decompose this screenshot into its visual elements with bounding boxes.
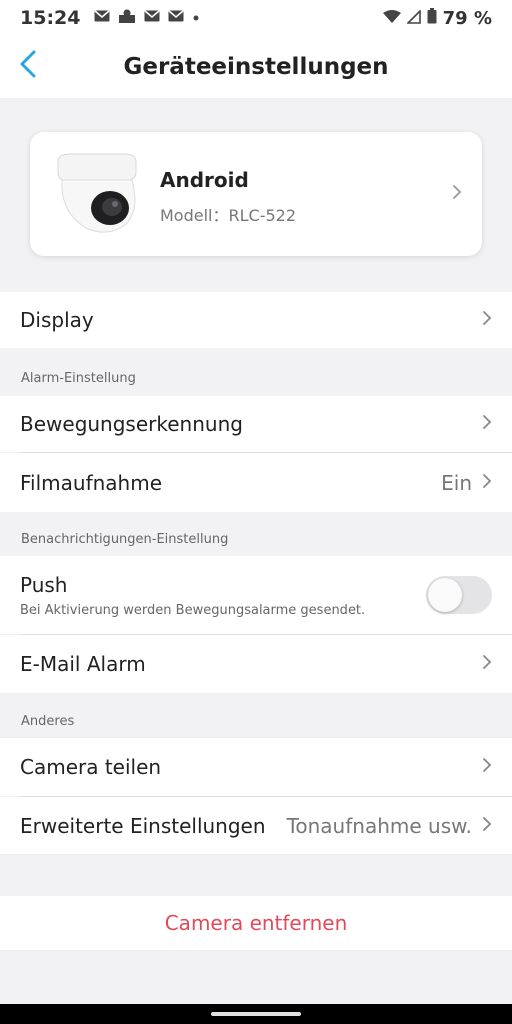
share-camera-row[interactable]: Camera teilen	[0, 738, 512, 796]
battery-percent: 79 %	[442, 7, 492, 29]
advanced-settings-row[interactable]: Erweiterte Einstellungen Tonaufnahme usw…	[0, 797, 512, 854]
share-camera-label: Camera teilen	[20, 755, 162, 779]
remove-camera-label: Camera entfernen	[164, 911, 348, 935]
notification-icon	[118, 9, 136, 27]
motion-detection-row[interactable]: Bewegungserkennung	[0, 396, 512, 452]
app-bar: Geräteeinstellungen	[0, 36, 512, 98]
email-alarm-label: E-Mail Alarm	[20, 652, 146, 676]
advanced-settings-label: Erweiterte Einstellungen	[20, 813, 266, 838]
recording-value: Ein	[441, 470, 472, 495]
chevron-right-icon	[482, 757, 492, 777]
section-label-notifications: Benachrichtigungen-Einstellung	[21, 532, 229, 547]
display-row[interactable]: Display	[0, 292, 512, 348]
section-label-other: Anderes	[21, 714, 75, 729]
chevron-right-icon	[482, 816, 492, 836]
camera-image	[52, 150, 162, 238]
chevron-right-icon	[482, 414, 492, 434]
dot-icon	[192, 10, 200, 26]
chevron-right-icon	[482, 310, 492, 330]
recording-row[interactable]: Filmaufnahme Ein	[0, 453, 512, 512]
push-text: Push Bei Aktivierung werden Bewegungsala…	[20, 573, 365, 618]
motion-detection-label: Bewegungserkennung	[20, 412, 243, 436]
toggle-knob	[428, 578, 462, 612]
gmail-icon	[168, 10, 185, 26]
gmail-icon	[144, 10, 161, 26]
status-time: 15:24	[20, 7, 81, 29]
battery-icon	[427, 7, 437, 29]
status-bar: 15:24 79 %	[0, 0, 512, 36]
status-bar-left: 15:24	[20, 7, 200, 29]
remove-camera-button[interactable]: Camera entfernen	[0, 896, 512, 950]
push-description: Bei Aktivierung werden Bewegungsalarme g…	[20, 602, 366, 618]
page-title: Geräteeinstellungen	[123, 54, 389, 80]
email-alarm-row[interactable]: E-Mail Alarm	[0, 635, 512, 693]
gmail-icon	[94, 10, 111, 26]
recording-label: Filmaufnahme	[20, 470, 163, 495]
chevron-right-icon	[482, 654, 492, 674]
device-name: Android	[160, 168, 249, 192]
push-row: Push Bei Aktivierung werden Bewegungsala…	[0, 556, 512, 634]
chevron-left-icon	[18, 49, 38, 83]
push-toggle[interactable]	[426, 576, 492, 614]
status-bar-right: 79 %	[382, 7, 492, 29]
device-card[interactable]: Android Modell：RLC-522	[30, 132, 482, 256]
wifi-icon	[382, 8, 401, 29]
back-button[interactable]	[8, 46, 48, 86]
device-model: Modell：RLC-522	[160, 206, 297, 225]
advanced-settings-value: Tonaufnahme usw.	[286, 813, 472, 838]
push-label: Push	[20, 572, 68, 597]
display-label: Display	[20, 308, 94, 332]
section-label-alarm: Alarm-Einstellung	[21, 371, 136, 386]
navigation-bar	[0, 1004, 512, 1024]
home-gesture-handle[interactable]	[211, 1012, 301, 1016]
chevron-right-icon	[482, 473, 492, 493]
signal-icon	[405, 8, 421, 29]
chevron-right-icon	[452, 184, 462, 204]
